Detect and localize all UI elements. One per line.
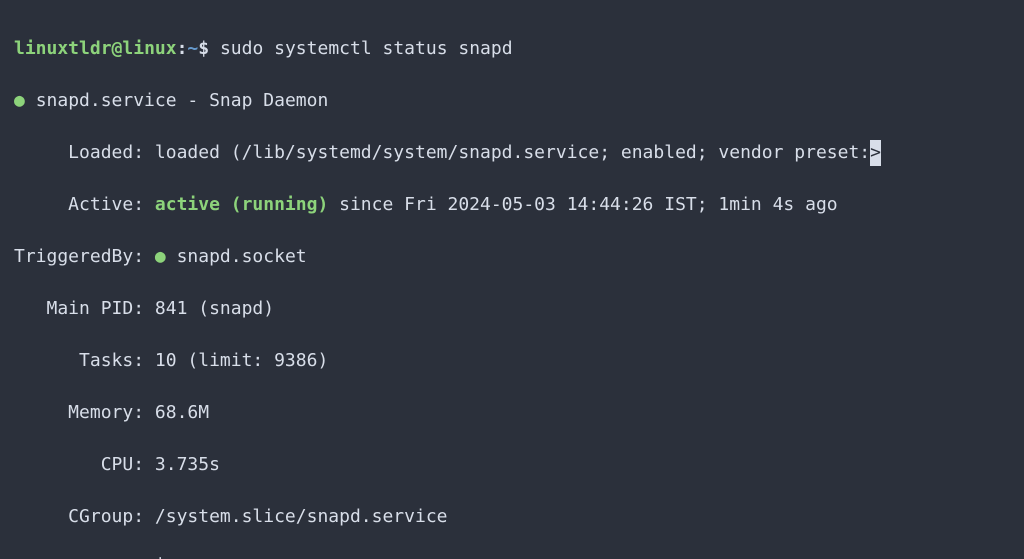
tasks-line: Tasks: 10 (limit: 9386) (14, 348, 1010, 374)
status-dot-icon: ● (14, 90, 25, 111)
prompt-host: linux (122, 38, 176, 59)
mainpid-value: 841 (snapd) (155, 298, 274, 319)
loaded-label: Loaded: (14, 142, 155, 163)
service-header: ● snapd.service - Snap Daemon (14, 88, 1010, 114)
active-label: Active: (14, 194, 155, 215)
prompt-user: linuxtldr (14, 38, 112, 59)
cgroup-line: CGroup: /system.slice/snapd.service (14, 504, 1010, 530)
tasks-label: Tasks: (14, 350, 155, 371)
prompt-at: @ (112, 38, 123, 59)
service-description: Snap Daemon (209, 90, 328, 111)
cpu-value: 3.735s (155, 454, 220, 475)
terminal-output[interactable]: linuxtldr@linux:~$ sudo systemctl status… (0, 0, 1024, 559)
service-name: snapd.service (36, 90, 177, 111)
prompt-dollar: $ (198, 38, 209, 59)
triggeredby-value: snapd.socket (166, 246, 307, 267)
prompt-tilde: ~ (187, 38, 198, 59)
triggeredby-line: TriggeredBy: ● snapd.socket (14, 244, 1010, 270)
memory-value: 68.6M (155, 402, 209, 423)
header-dash: - (177, 90, 210, 111)
overflow-marker-icon: > (870, 140, 881, 166)
loaded-line: Loaded: loaded (/lib/systemd/system/snap… (14, 140, 1010, 166)
mainpid-line: Main PID: 841 (snapd) (14, 296, 1010, 322)
active-state: active (running) (155, 194, 328, 215)
mainpid-label: Main PID: (14, 298, 155, 319)
prompt-line: linuxtldr@linux:~$ sudo systemctl status… (14, 36, 1010, 62)
cpu-line: CPU: 3.735s (14, 452, 1010, 478)
cpu-label: CPU: (14, 454, 155, 475)
active-line: Active: active (running) since Fri 2024-… (14, 192, 1010, 218)
active-rest: since Fri 2024-05-03 14:44:26 IST; 1min … (328, 194, 837, 215)
tasks-value: 10 (limit: 9386) (155, 350, 328, 371)
triggeredby-dot-icon: ● (155, 246, 166, 267)
cgroup-label: CGroup: (14, 506, 155, 527)
cgroup-value: /system.slice/snapd.service (155, 506, 448, 527)
memory-label: Memory: (14, 402, 155, 423)
triggeredby-label: TriggeredBy: (14, 246, 155, 267)
loaded-value: loaded (/lib/systemd/system/snapd.servic… (155, 142, 870, 163)
prompt-colon: : (177, 38, 188, 59)
memory-line: Memory: 68.6M (14, 400, 1010, 426)
command-text: sudo systemctl status snapd (220, 38, 513, 59)
